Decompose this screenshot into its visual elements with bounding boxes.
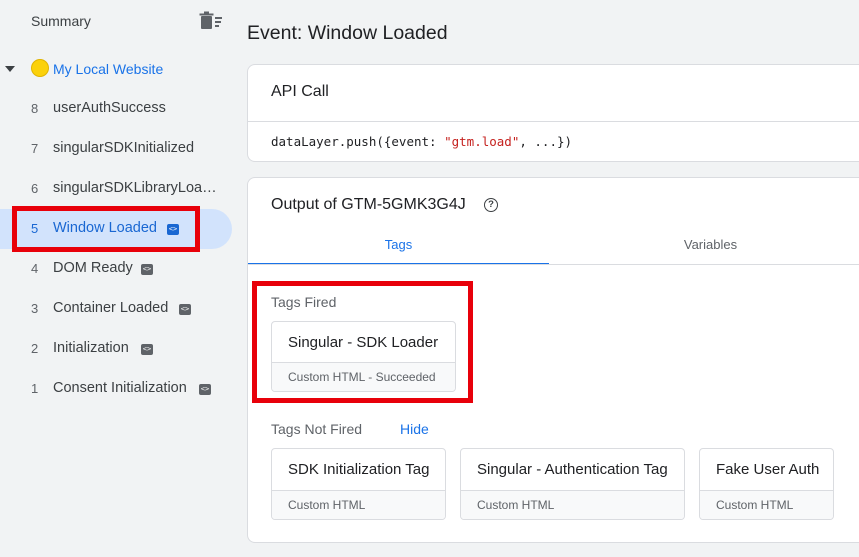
page-title: Event: Window Loaded: [247, 22, 448, 44]
event-label: Window Loaded: [53, 220, 157, 236]
event-label: userAuthSuccess: [53, 100, 166, 116]
site-dot-icon: [31, 59, 49, 77]
summary-header[interactable]: Summary: [0, 0, 232, 44]
tag-footer: Custom HTML: [461, 490, 684, 519]
event-number: 1: [31, 381, 39, 396]
tag-card-fired[interactable]: Singular - SDK Loader Custom HTML - Succ…: [271, 321, 456, 392]
sidebar-event-5[interactable]: 5 Window Loaded <>: [0, 209, 232, 249]
event-label: Initialization: [53, 340, 129, 356]
event-label: Container Loaded: [53, 300, 169, 316]
divider: [248, 121, 859, 122]
api-call-card: API Call dataLayer.push({event: "gtm.loa…: [247, 64, 859, 162]
sidebar-event-4[interactable]: 4 DOM Ready <>: [0, 249, 232, 289]
delete-sweep-icon[interactable]: [199, 11, 223, 31]
tag-type: Custom HTML: [288, 498, 366, 512]
code-suffix: , ...}): [519, 134, 573, 149]
code-string: "gtm.load": [444, 134, 520, 149]
tag-type: Custom HTML: [477, 498, 555, 512]
sidebar-event-7[interactable]: 7 singularSDKInitialized: [0, 129, 232, 169]
hide-link[interactable]: Hide: [400, 421, 429, 437]
code-prefix: dataLayer.push({event:: [271, 134, 445, 149]
tag-name: Fake User Auth: [716, 461, 820, 478]
event-label: singularSDKLibraryLoaded: [53, 180, 221, 196]
tag-card-not-fired[interactable]: Fake User Auth Custom HTML: [699, 448, 834, 520]
tags-fired-label: Tags Fired: [271, 294, 337, 310]
caret-down-icon[interactable]: [5, 66, 15, 72]
divider: [248, 264, 859, 265]
code-icon: <>: [199, 384, 211, 395]
event-number: 7: [31, 141, 39, 156]
tag-footer: Custom HTML: [700, 490, 833, 519]
tag-footer: Custom HTML: [272, 490, 445, 519]
sidebar-event-2[interactable]: 2 Initialization <>: [0, 329, 232, 369]
event-number: 8: [31, 101, 39, 116]
site-label[interactable]: My Local Website: [53, 61, 163, 77]
event-number: 4: [31, 261, 39, 276]
tags-not-fired-label: Tags Not Fired: [271, 421, 363, 437]
sidebar-site[interactable]: My Local Website: [0, 49, 232, 89]
event-label: Consent Initialization: [53, 380, 187, 396]
tag-type: Custom HTML - Succeeded: [288, 370, 436, 384]
code-icon: <>: [141, 344, 153, 355]
event-label: DOM Ready: [53, 260, 133, 276]
output-card: Output of GTM-5GMK3G4J ? Tags Variables …: [247, 177, 859, 543]
tag-card-not-fired[interactable]: SDK Initialization Tag Custom HTML: [271, 448, 446, 520]
code-icon: <>: [179, 304, 191, 315]
sidebar-event-1[interactable]: 1 Consent Initialization <>: [0, 369, 232, 409]
api-call-code: dataLayer.push({event: "gtm.load", ...}): [271, 134, 572, 149]
event-label: singularSDKInitialized: [53, 140, 195, 156]
event-number: 3: [31, 301, 39, 316]
tag-name: Singular - SDK Loader: [288, 334, 439, 351]
tag-name: Singular - Authentication Tag: [477, 461, 668, 478]
summary-label[interactable]: Summary: [31, 13, 91, 29]
tag-card-not-fired[interactable]: Singular - Authentication Tag Custom HTM…: [460, 448, 685, 520]
event-number: 2: [31, 341, 39, 356]
sidebar-event-6[interactable]: 6 singularSDKLibraryLoaded: [0, 169, 232, 209]
sidebar-event-3[interactable]: 3 Container Loaded <>: [0, 289, 232, 329]
sidebar: Summary My Local Website 8 userAuthSucce…: [0, 0, 232, 557]
tab-variables[interactable]: Variables: [549, 228, 859, 265]
tab-tags[interactable]: Tags: [248, 228, 549, 265]
event-number: 6: [31, 181, 39, 196]
code-icon: <>: [141, 264, 153, 275]
api-call-title: API Call: [271, 83, 329, 100]
tag-name: SDK Initialization Tag: [288, 461, 430, 478]
help-icon[interactable]: ?: [484, 198, 498, 212]
output-title: Output of GTM-5GMK3G4J: [271, 196, 466, 213]
code-icon: <>: [167, 224, 179, 235]
sidebar-event-8[interactable]: 8 userAuthSuccess: [0, 89, 232, 129]
tag-type: Custom HTML: [716, 498, 794, 512]
event-number: 5: [31, 221, 39, 236]
tag-footer: Custom HTML - Succeeded: [272, 362, 455, 391]
